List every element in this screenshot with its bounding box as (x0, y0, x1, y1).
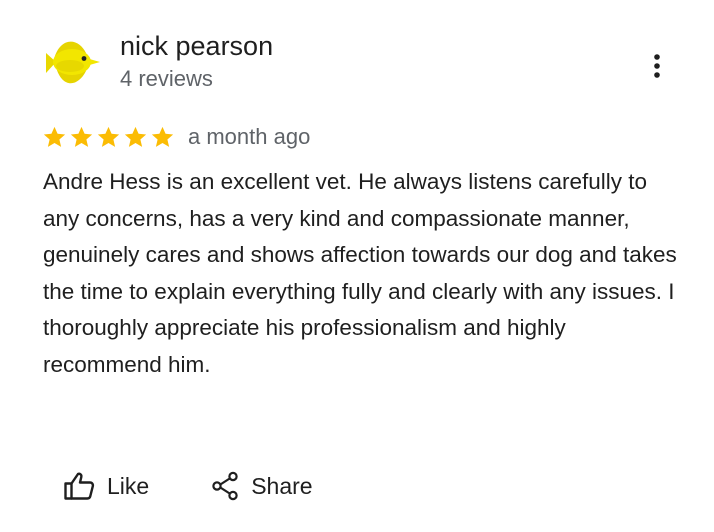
like-button[interactable]: Like (63, 471, 149, 501)
star-icon (96, 125, 121, 150)
more-vert-icon (654, 54, 660, 78)
star-icon (69, 125, 94, 150)
share-button[interactable]: Share (211, 471, 313, 501)
yellow-tang-fish-icon (42, 33, 100, 91)
share-label: Share (251, 472, 313, 499)
review-card: nick pearson 4 reviews a month ago Andre… (0, 0, 714, 532)
author-name[interactable]: nick pearson (120, 31, 273, 62)
avatar[interactable] (42, 33, 100, 91)
review-actions: Like Share (63, 466, 313, 506)
review-text: Andre Hess is an excellent vet. He alway… (43, 169, 677, 377)
more-options-button[interactable] (640, 48, 674, 84)
star-icon (42, 125, 67, 150)
star-icon (150, 125, 175, 150)
review-time: a month ago (188, 124, 311, 149)
star-rating (42, 125, 175, 150)
thumb-up-icon (64, 472, 95, 500)
share-icon (212, 471, 238, 501)
like-label: Like (107, 472, 150, 499)
author-review-count[interactable]: 4 reviews (120, 66, 213, 92)
rating-row: a month ago (42, 122, 310, 152)
star-icon (123, 125, 148, 150)
